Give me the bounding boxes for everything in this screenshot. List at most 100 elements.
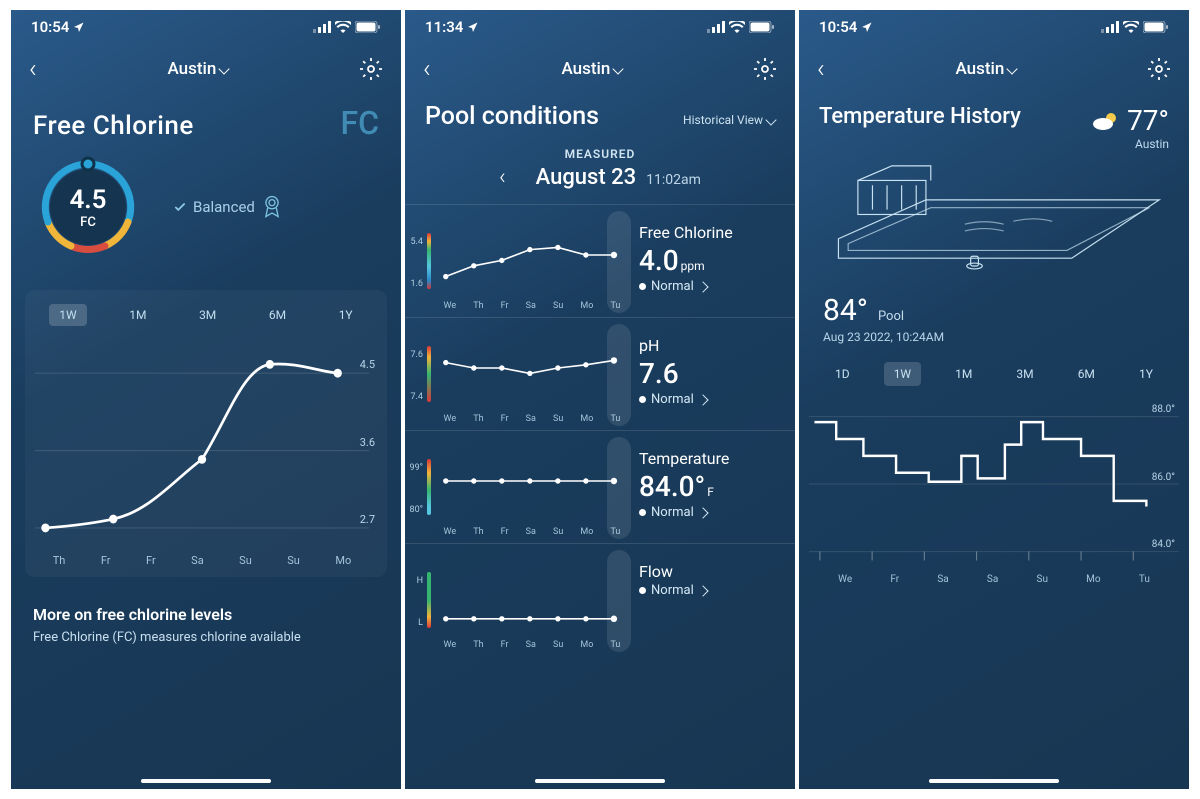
gauge: 4.5 FC bbox=[33, 152, 143, 262]
status-bar: 11:34 bbox=[405, 10, 795, 40]
ribbon-icon bbox=[261, 194, 283, 220]
weather-icon bbox=[1091, 110, 1121, 132]
mini-chart-fc: WeThFrSaSuMoTu bbox=[431, 215, 633, 311]
measured-label: MEASURED bbox=[405, 147, 795, 161]
more-title: More on free chlorine levels bbox=[33, 605, 379, 624]
back-button[interactable]: ‹ bbox=[29, 54, 37, 84]
range-1y[interactable]: 1Y bbox=[1129, 362, 1163, 386]
pool-illustration bbox=[799, 161, 1189, 291]
wifi-icon bbox=[729, 21, 745, 33]
wifi-icon bbox=[335, 21, 351, 33]
weather-location: Austin bbox=[1091, 137, 1169, 151]
pool-temp-value: 84° bbox=[823, 293, 868, 328]
nav-title-dropdown[interactable]: Austin bbox=[561, 59, 622, 79]
temp-chart[interactable]: 88.0° 86.0° 84.0° bbox=[799, 394, 1189, 574]
range-6m[interactable]: 6M bbox=[1068, 362, 1105, 386]
date-selector[interactable]: ‹ August 23 11:02am bbox=[405, 161, 795, 204]
range-1m[interactable]: 1M bbox=[119, 304, 156, 326]
location-icon bbox=[73, 21, 85, 33]
screen-pool-conditions: 11:34 ‹ Austin Pool conditions Historica… bbox=[405, 10, 795, 789]
range-3m[interactable]: 3M bbox=[189, 304, 226, 326]
status-bar: 10:54 bbox=[799, 10, 1189, 40]
nav-bar: ‹ Austin bbox=[11, 40, 401, 98]
status-time: 11:34 bbox=[425, 18, 463, 36]
more-info[interactable]: More on free chlorine levels Free Chlori… bbox=[11, 587, 401, 663]
home-indicator[interactable] bbox=[141, 779, 271, 783]
highlight-today bbox=[607, 437, 631, 539]
chart-card: 1W 1M 3M 6M 1Y 4.5 3.6 2.7 ThFr bbox=[25, 290, 387, 577]
highlight-today bbox=[607, 324, 631, 426]
metric-name: Temperature bbox=[639, 449, 783, 468]
mini-chart-ph: WeThFrSaSuMoTu bbox=[431, 328, 633, 424]
screen-free-chlorine: 10:54 ‹ Austin Free Chlorine FC bbox=[11, 10, 401, 789]
battery-icon bbox=[749, 21, 775, 33]
wifi-icon bbox=[1123, 21, 1139, 33]
page-badge: FC bbox=[340, 104, 379, 142]
screen-temp-history: 10:54 ‹ Austin Temperature History 77° A… bbox=[799, 10, 1189, 789]
historical-view-toggle[interactable]: Historical View bbox=[683, 113, 775, 127]
range-tabs: 1D 1W 1M 3M 6M 1Y bbox=[799, 354, 1189, 394]
metric-row-ph[interactable]: 7.6 7.4 WeThFrSaSuMoTu pH 7.6 Normal bbox=[405, 317, 795, 430]
signal-icon bbox=[707, 21, 725, 33]
status-balanced: Balanced bbox=[173, 194, 283, 220]
home-indicator[interactable] bbox=[535, 779, 665, 783]
x-axis: ThFr FrSa SuSu Mo bbox=[25, 550, 387, 571]
mini-chart-flow: WeThFrSaSuMoTu bbox=[431, 554, 633, 650]
page-title: Temperature History bbox=[819, 104, 1021, 129]
metric-status[interactable]: Normal bbox=[639, 279, 783, 294]
gauge-label: FC bbox=[80, 215, 96, 230]
metric-value: 7.6 bbox=[639, 357, 783, 390]
x-axis: WeFr SaSa SuMo Tu bbox=[799, 574, 1189, 585]
metric-name: pH bbox=[639, 336, 783, 355]
nav-title-dropdown[interactable]: Austin bbox=[955, 59, 1016, 79]
mini-chart-temp: WeThFrSaSuMoTu bbox=[431, 441, 633, 537]
pool-temp-date: Aug 23 2022, 10:24AM bbox=[799, 328, 1189, 354]
range-1y[interactable]: 1Y bbox=[329, 304, 363, 326]
gear-icon[interactable] bbox=[359, 57, 383, 81]
metric-status[interactable]: Normal bbox=[639, 583, 783, 598]
metric-row-temperature[interactable]: 99° 80° WeThFrSaSuMoTu Temperature 84.0°… bbox=[405, 430, 795, 543]
fc-chart[interactable]: 4.5 3.6 2.7 bbox=[25, 340, 387, 550]
status-bar: 10:54 bbox=[11, 10, 401, 40]
highlight-today bbox=[607, 550, 631, 652]
page-title: Free Chlorine bbox=[33, 111, 194, 141]
range-1d[interactable]: 1D bbox=[825, 362, 860, 386]
metric-value: 4.0ppm bbox=[639, 244, 783, 277]
home-indicator[interactable] bbox=[929, 779, 1059, 783]
prev-day-button[interactable]: ‹ bbox=[499, 165, 506, 190]
nav-title-dropdown[interactable]: Austin bbox=[167, 59, 228, 79]
battery-icon bbox=[1143, 21, 1169, 33]
gear-icon[interactable] bbox=[753, 57, 777, 81]
gear-icon[interactable] bbox=[1147, 57, 1171, 81]
nav-bar: ‹ Austin bbox=[405, 40, 795, 98]
page-title: Pool conditions bbox=[425, 102, 599, 131]
nav-bar: ‹ Austin bbox=[799, 40, 1189, 98]
back-button[interactable]: ‹ bbox=[817, 54, 825, 84]
range-1w[interactable]: 1W bbox=[49, 304, 86, 326]
measured-time: 11:02am bbox=[646, 172, 701, 188]
range-1m[interactable]: 1M bbox=[945, 362, 982, 386]
status-time: 10:54 bbox=[819, 18, 857, 36]
weather-temp: 77° bbox=[1127, 104, 1169, 137]
range-6m[interactable]: 6M bbox=[259, 304, 296, 326]
metric-row-free-chlorine[interactable]: 5.4 1.6 WeThFrSaSuMoTu Free Chlorine 4.0… bbox=[405, 204, 795, 317]
highlight-today bbox=[607, 211, 631, 313]
range-1w[interactable]: 1W bbox=[884, 362, 921, 386]
metric-name: Flow bbox=[639, 562, 783, 581]
metric-value: 84.0°F bbox=[639, 470, 783, 503]
metric-row-flow[interactable]: H L WeThFrSaSuMoTu Flow Normal bbox=[405, 543, 795, 656]
metric-status[interactable]: Normal bbox=[639, 392, 783, 407]
range-3m[interactable]: 3M bbox=[1006, 362, 1043, 386]
back-button[interactable]: ‹ bbox=[423, 54, 431, 84]
location-icon bbox=[861, 21, 873, 33]
location-icon bbox=[467, 21, 479, 33]
range-tabs: 1W 1M 3M 6M 1Y bbox=[25, 300, 387, 340]
pool-temp-label: Pool bbox=[878, 309, 904, 324]
more-body: Free Chlorine (FC) measures chlorine ava… bbox=[33, 630, 379, 645]
signal-icon bbox=[313, 21, 331, 33]
metric-name: Free Chlorine bbox=[639, 223, 783, 242]
metric-status[interactable]: Normal bbox=[639, 505, 783, 520]
signal-icon bbox=[1101, 21, 1119, 33]
gauge-value: 4.5 bbox=[69, 185, 106, 215]
status-time: 10:54 bbox=[31, 18, 69, 36]
